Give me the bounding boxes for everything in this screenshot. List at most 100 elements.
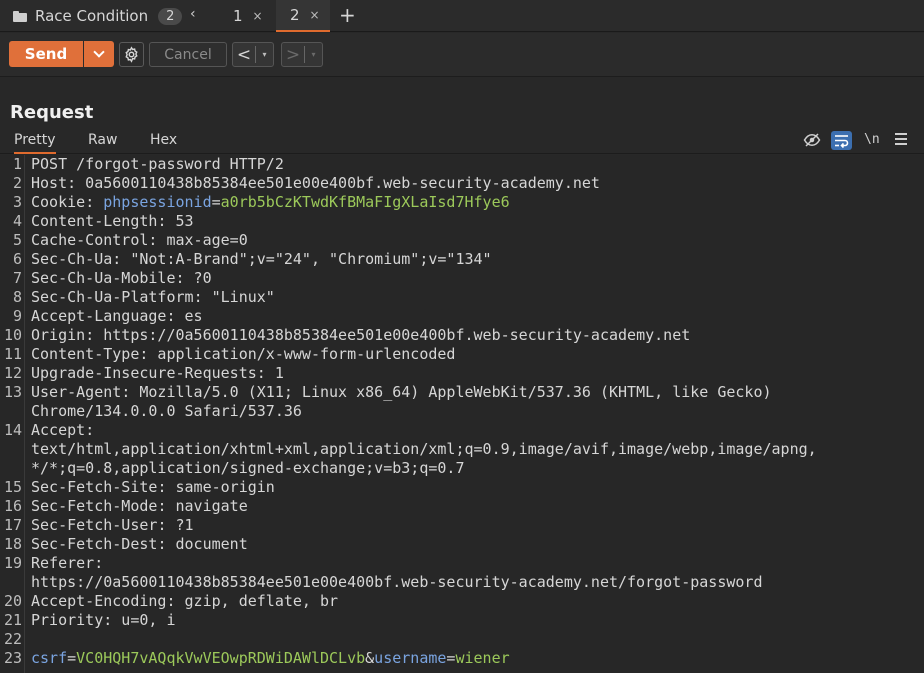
settings-button[interactable] [119, 42, 144, 67]
header-value: same-origin [166, 478, 275, 496]
line-number: 20 [3, 592, 22, 610]
line-number: 6 [12, 250, 22, 268]
tab-bar: Race Condition 2 ‹ 1 × 2 × + [0, 0, 924, 32]
line-content: text/html,application/xhtml+xml,applicat… [31, 440, 817, 459]
line-text: POST /forgot-password HTTP/2 [31, 155, 284, 173]
tab-1-label: 1 [233, 7, 243, 25]
tab-2-close-icon[interactable]: × [310, 8, 320, 22]
request-line: Chrome/134.0.0.0 Safari/537.36 [0, 402, 924, 421]
tab-1-close-icon[interactable]: × [253, 9, 263, 23]
forward-button[interactable]: > ▾ [281, 42, 323, 67]
tab-hex[interactable]: Hex [150, 132, 177, 148]
request-line: 23 csrf=VC0HQH7vAQqkVwVEOwpRDWiDAWlDCLvb&… [0, 649, 924, 668]
show-newlines-toggle[interactable]: \n [864, 132, 880, 147]
send-button[interactable]: Send [9, 41, 83, 67]
header-name: Upgrade-Insecure-Requests [31, 364, 257, 382]
header-name: Accept-Encoding [31, 592, 167, 610]
back-button[interactable]: < ▾ [232, 42, 274, 67]
line-number: 13 [3, 383, 22, 401]
request-line: 2 Host: 0a5600110438b85384ee501e00e400bf.… [0, 174, 924, 193]
body-param-value: VC0HQH7vAQqkVwVEOwpRDWiDAWlDCLvb [76, 649, 366, 667]
body-param-name: csrf [31, 649, 68, 667]
collapse-group-icon[interactable]: ‹ [190, 6, 196, 22]
chevron-down-icon [93, 46, 105, 58]
request-editor[interactable]: 1 POST /forgot-password HTTP/2 2 Host: 0a56… [0, 155, 924, 673]
line-text: text/html,application/xhtml+xml,applicat… [31, 440, 817, 458]
header-value: 53 [166, 212, 194, 230]
request-line: 19 Referer: [0, 554, 924, 573]
line-content: Cache-Control: max-age=0 [31, 231, 248, 249]
header-value: application/x-www-form-urlencoded [148, 345, 456, 363]
tab-group-count-badge: 2 [158, 7, 183, 25]
header-value: ?0 [184, 269, 212, 287]
line-number: 8 [12, 288, 22, 306]
tab-2-label: 2 [290, 6, 300, 24]
line-content: https://0a5600110438b85384ee501e00e400bf… [31, 573, 763, 592]
header-name: Priority [31, 611, 104, 629]
header-name: Referer [31, 554, 95, 572]
line-content: Accept-Language: es [31, 307, 203, 325]
header-name: Accept [31, 421, 86, 439]
line-content: POST /forgot-password HTTP/2 [31, 155, 284, 174]
header-value: Mozilla/5.0 (X11; Linux x86_64) AppleWeb… [130, 383, 772, 401]
line-content: Origin: https://0a5600110438b85384ee501e… [31, 326, 691, 344]
hide-nonprintable-icon[interactable] [803, 132, 821, 148]
header-value: max-age=0 [157, 231, 248, 249]
word-wrap-toggle[interactable] [831, 131, 852, 150]
line-number: 17 [3, 516, 22, 534]
header-value: u=0, i [112, 611, 176, 629]
hamburger-menu-icon[interactable] [895, 133, 907, 145]
header-name: Origin [31, 326, 86, 344]
tab-2[interactable]: 2 × [276, 0, 330, 32]
request-line: 13 User-Agent: Mozilla/5.0 (X11; Linux x8… [0, 383, 924, 402]
tab-raw[interactable]: Raw [88, 132, 117, 148]
request-line: 10 Origin: https://0a5600110438b85384ee50… [0, 326, 924, 345]
line-content: csrf=VC0HQH7vAQqkVwVEOwpRDWiDAWlDCLvb&us… [31, 649, 510, 667]
header-name: Sec-Fetch-Dest [31, 535, 158, 553]
request-line: text/html,application/xhtml+xml,applicat… [0, 440, 924, 459]
request-line: 16 Sec-Fetch-Mode: navigate [0, 497, 924, 516]
header-name: Content-Type [31, 345, 140, 363]
header-value: "Not:A-Brand";v="24", "Chromium";v="134" [121, 250, 492, 268]
request-line: 15 Sec-Fetch-Site: same-origin [0, 478, 924, 497]
tab-group-race-condition[interactable]: Race Condition 2 [0, 0, 183, 32]
cookie-name: phpsessionid [103, 193, 212, 211]
request-line: 3 Cookie: phpsessionid=a0rb5bCzKTwdKfBMaF… [0, 193, 924, 212]
line-number: 19 [3, 554, 22, 572]
line-number: 10 [3, 326, 22, 344]
line-content: Priority: u=0, i [31, 611, 176, 629]
line-number: 9 [12, 307, 22, 325]
send-options-button[interactable] [84, 41, 114, 67]
gear-icon [125, 46, 138, 63]
line-content: Content-Type: application/x-www-form-url… [31, 345, 456, 363]
request-line: 4 Content-Length: 53 [0, 212, 924, 231]
back-history-dropdown-icon[interactable]: ▾ [256, 50, 273, 59]
request-line: 9 Accept-Language: es [0, 307, 924, 326]
header-value: 1 [265, 364, 284, 382]
forward-history-dropdown-icon[interactable]: ▾ [305, 50, 322, 59]
header-value: navigate [166, 497, 248, 515]
line-content: Sec-Ch-Ua-Platform: "Linux" [31, 288, 275, 306]
line-content: User-Agent: Mozilla/5.0 (X11; Linux x86_… [31, 383, 772, 401]
add-tab-icon[interactable]: + [339, 3, 356, 27]
tab-pretty[interactable]: Pretty [14, 132, 56, 154]
request-line: 1 POST /forgot-password HTTP/2 [0, 155, 924, 174]
request-line: 12 Upgrade-Insecure-Requests: 1 [0, 364, 924, 383]
line-content: Sec-Fetch-Site: same-origin [31, 478, 275, 496]
forward-arrow-icon: > [285, 44, 301, 65]
header-name: Sec-Fetch-User [31, 516, 158, 534]
line-content: Sec-Fetch-User: ?1 [31, 516, 194, 534]
header-name: Sec-Ch-Ua [31, 250, 113, 268]
header-name: Sec-Ch-Ua-Mobile [31, 269, 176, 287]
cancel-button[interactable]: Cancel [149, 42, 227, 67]
request-line: 14 Accept: [0, 421, 924, 440]
line-number: 2 [12, 174, 22, 192]
line-content: */*;q=0.8,application/signed-exchange;v=… [31, 459, 464, 478]
header-value: "Linux" [202, 288, 275, 306]
line-content: Accept: [31, 421, 95, 439]
line-number: 5 [12, 231, 22, 249]
line-content: Upgrade-Insecure-Requests: 1 [31, 364, 284, 382]
header-name: Host [31, 174, 68, 192]
request-line: 6 Sec-Ch-Ua: "Not:A-Brand";v="24", "Chrom… [0, 250, 924, 269]
header-name: Sec-Fetch-Mode [31, 497, 158, 515]
